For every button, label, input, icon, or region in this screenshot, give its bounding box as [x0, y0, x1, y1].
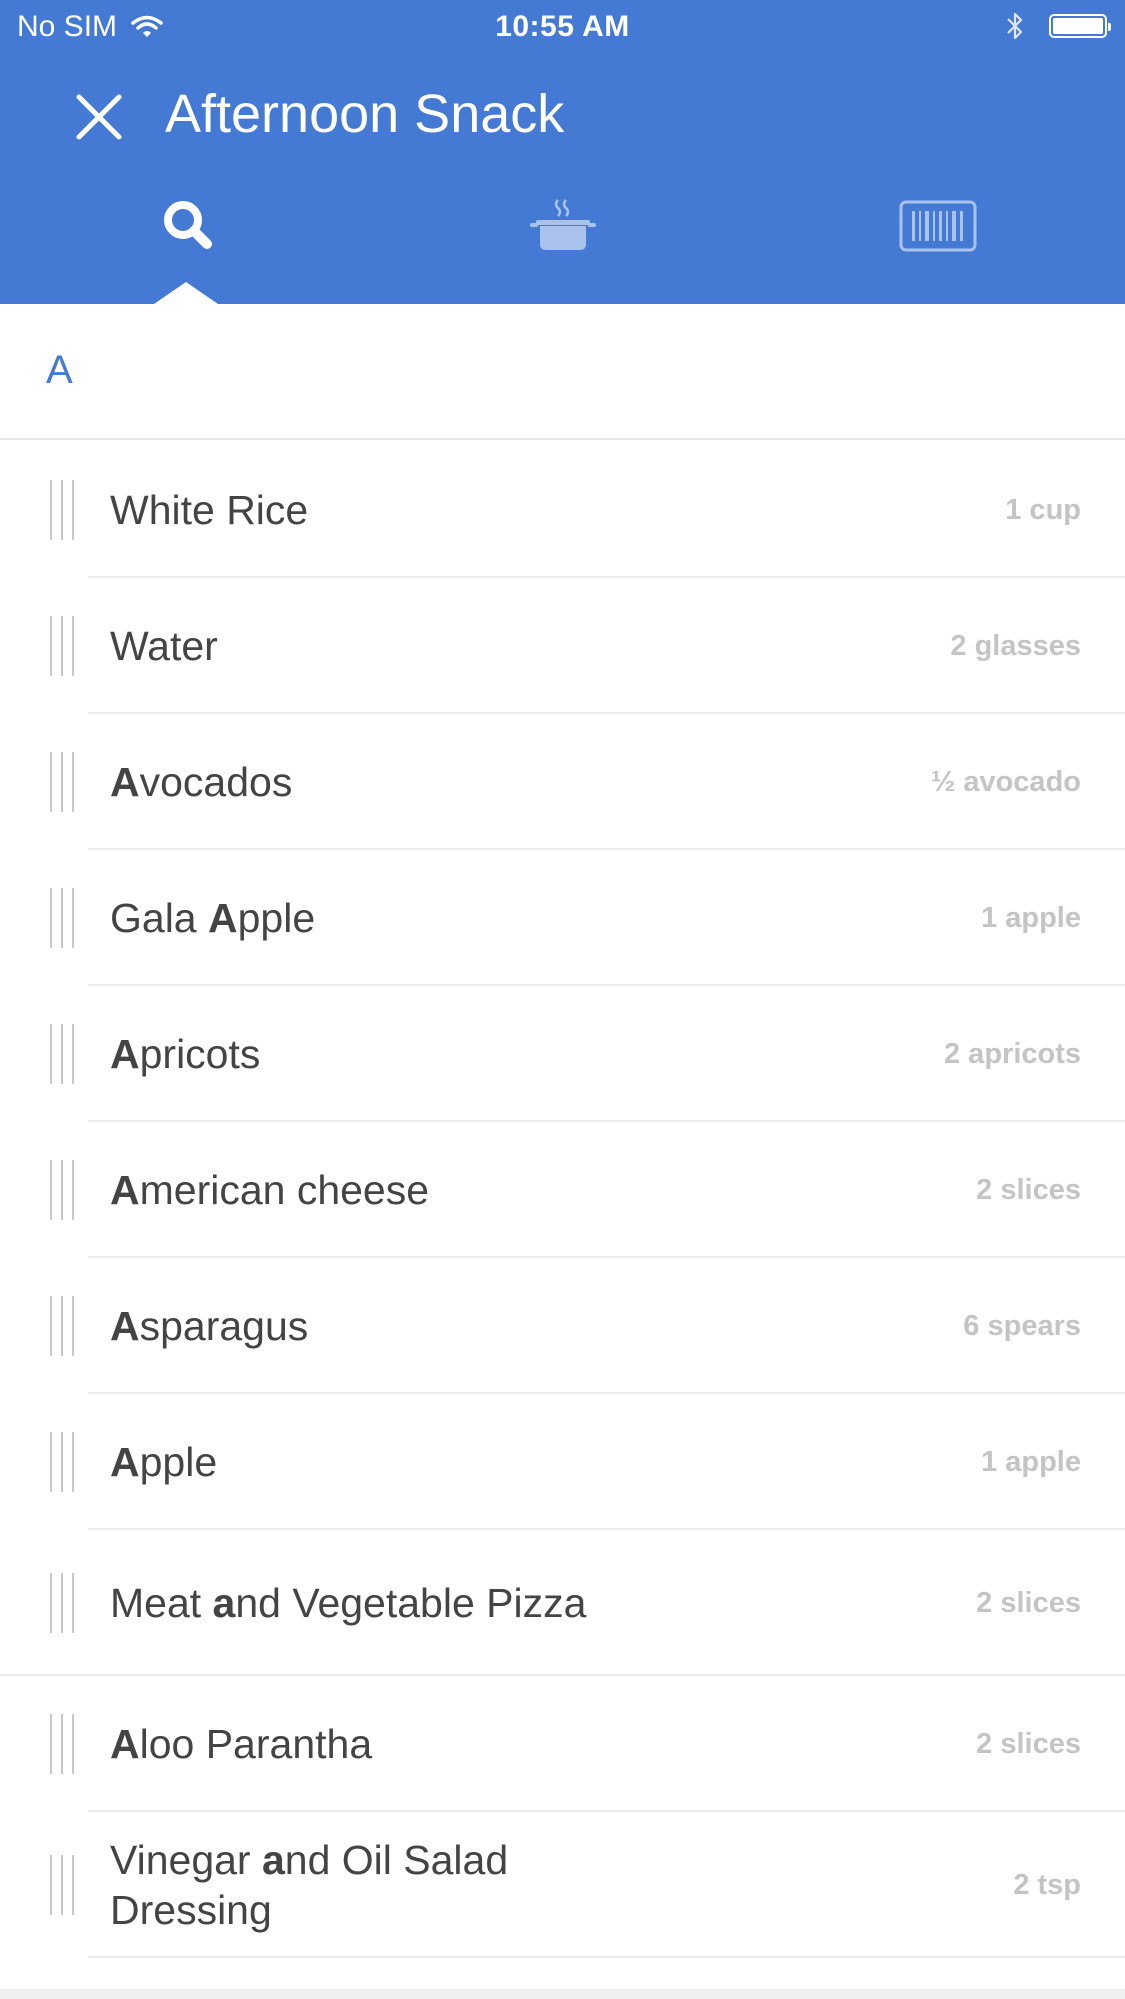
food-name-match: A [110, 759, 140, 805]
close-icon [76, 94, 122, 140]
app-header: No SIM 10:55 AM Afternoon Snack [0, 0, 1125, 304]
drag-handle-icon[interactable] [50, 1530, 74, 1676]
barcode-icon [899, 200, 976, 252]
food-name: Gala Apple [110, 850, 590, 986]
food-name-match: a [212, 1580, 236, 1626]
status-time: 10:55 AM [495, 10, 630, 43]
food-name-text: sparagus [139, 1303, 309, 1349]
tab-barcode[interactable] [750, 190, 1125, 304]
food-name-match: A [110, 1721, 140, 1767]
list-item[interactable]: Meat and Vegetable Pizza 2 slices [0, 1530, 1125, 1676]
food-name: Apricots [110, 986, 590, 1122]
search-bar [0, 304, 1125, 440]
status-bar: No SIM 10:55 AM [0, 0, 1125, 56]
list-item[interactable]: Water 2 glasses [0, 578, 1125, 714]
list-item[interactable]: Avocados ½ avocado [0, 714, 1125, 850]
food-name-text: loo Parantha [139, 1721, 373, 1767]
serving-amount: 1 apple [981, 1445, 1081, 1478]
serving-amount: 2 glasses [950, 629, 1081, 662]
list-item[interactable]: Apple 1 apple [0, 1394, 1125, 1530]
page-title: Afternoon Snack [165, 84, 565, 144]
food-name-text: Meat [110, 1580, 213, 1626]
close-button[interactable] [64, 82, 134, 152]
food-name: Asparagus [110, 1258, 590, 1394]
serving-amount: 2 slices [976, 1727, 1081, 1760]
serving-amount: 2 slices [976, 1173, 1081, 1206]
drag-handle-icon[interactable] [50, 714, 74, 850]
serving-amount: 1 apple [981, 901, 1081, 934]
drag-handle-icon[interactable] [50, 986, 74, 1122]
food-name-match: A [110, 1439, 140, 1485]
drag-handle-icon[interactable] [50, 1122, 74, 1258]
status-right-group [1005, 10, 1111, 42]
food-name: Avocados [110, 714, 590, 850]
drag-handle-icon[interactable] [50, 578, 74, 714]
food-name-text: merican cheese [139, 1167, 430, 1213]
list-item[interactable]: Apricots 2 apricots [0, 986, 1125, 1122]
food-name-match: A [110, 1303, 140, 1349]
row-divider [88, 1956, 1125, 1958]
food-name-text: Vinegar [110, 1837, 262, 1883]
food-name: American cheese [110, 1122, 590, 1258]
food-results-list: White Rice 1 cup Water 2 glasses Avocados ½ a… [0, 442, 1125, 1958]
bluetooth-icon [1007, 12, 1023, 40]
battery-icon [1049, 14, 1111, 38]
list-item[interactable]: Asparagus 6 spears [0, 1258, 1125, 1394]
food-name-match: a [261, 1837, 285, 1883]
food-name-text: pple [237, 895, 316, 941]
bottom-edge [0, 1989, 1125, 1999]
food-name-text: vocados [139, 759, 293, 805]
food-name-match: A [110, 1031, 140, 1077]
drag-handle-icon[interactable] [50, 442, 74, 578]
serving-amount: 2 slices [976, 1586, 1081, 1619]
food-name: Aloo Parantha [110, 1676, 590, 1812]
search-icon [163, 201, 212, 249]
food-name-match: A [208, 895, 238, 941]
food-name-match: A [110, 1167, 140, 1213]
list-item[interactable]: Aloo Parantha 2 slices [0, 1676, 1125, 1812]
food-name: Meat and Vegetable Pizza [110, 1530, 590, 1676]
food-name: Water [110, 578, 590, 714]
drag-handle-icon[interactable] [50, 850, 74, 986]
tab-recipes[interactable] [375, 190, 750, 304]
food-name: Vinegar and Oil Salad Dressing [110, 1812, 590, 1958]
serving-amount: 2 tsp [1013, 1868, 1081, 1901]
food-name-text: Gala [110, 895, 208, 941]
food-name-text: pricots [139, 1031, 261, 1077]
cooking-pot-icon [529, 199, 596, 250]
drag-handle-icon[interactable] [50, 1676, 74, 1812]
selected-tab-indicator [154, 282, 218, 304]
food-name-text: Water [110, 623, 218, 669]
search-input[interactable] [44, 334, 1088, 406]
list-item[interactable]: Gala Apple 1 apple [0, 850, 1125, 986]
food-name: White Rice [110, 442, 590, 578]
serving-amount: 2 apricots [944, 1037, 1081, 1070]
food-name-text: pple [139, 1439, 218, 1485]
serving-amount: 1 cup [1005, 493, 1081, 526]
list-item[interactable]: Vinegar and Oil Salad Dressing 2 tsp [0, 1812, 1125, 1958]
list-item[interactable]: American cheese 2 slices [0, 1122, 1125, 1258]
food-name-text: nd Vegetable Pizza [235, 1580, 587, 1626]
drag-handle-icon[interactable] [50, 1812, 74, 1958]
list-item[interactable]: White Rice 1 cup [0, 442, 1125, 578]
serving-amount: 6 spears [963, 1309, 1081, 1342]
drag-handle-icon[interactable] [50, 1258, 74, 1394]
drag-handle-icon[interactable] [50, 1394, 74, 1530]
food-name-text: White Rice [110, 487, 309, 533]
serving-amount: ½ avocado [931, 765, 1081, 798]
food-name: Apple [110, 1394, 590, 1530]
